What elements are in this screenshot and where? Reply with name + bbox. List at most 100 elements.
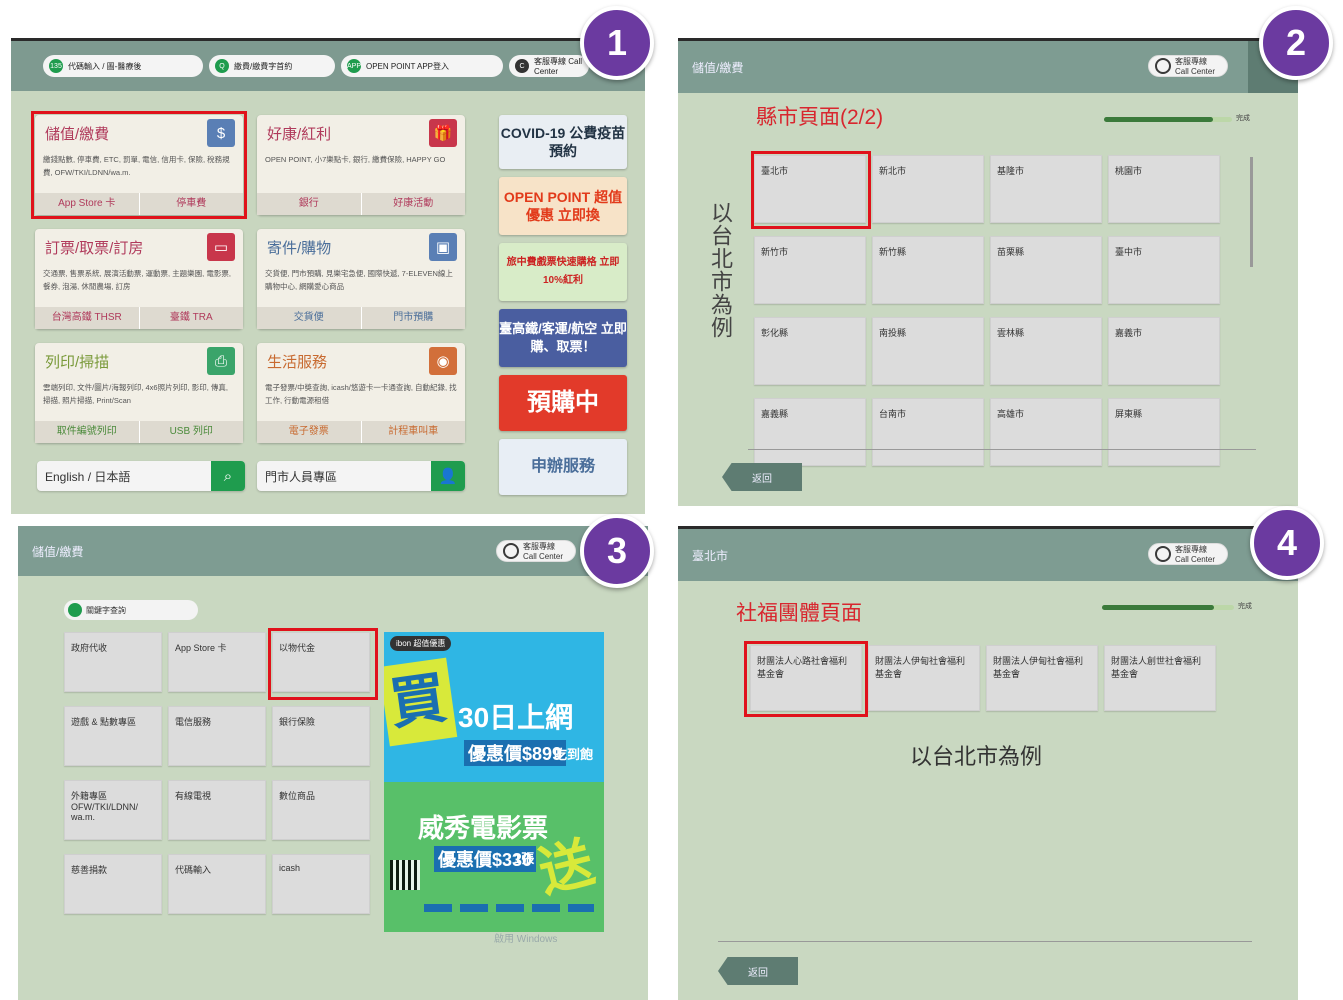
search-icon: Q — [215, 59, 229, 73]
step-badge-3: 3 — [580, 514, 654, 588]
banner-text: OPEN POINT 超值優惠 立即換 — [503, 189, 623, 223]
org-tile[interactable]: 財團法人創世社會福利基金會 — [1104, 645, 1216, 711]
banner-text: 旅中費戲票快速購格 立即10%紅利 — [506, 257, 620, 286]
staff-area[interactable]: 門市人員專區 👤 — [257, 461, 465, 491]
progress-bar — [1104, 117, 1232, 122]
search-icon[interactable]: ⌕ — [211, 461, 245, 491]
progress-fill — [1104, 117, 1213, 122]
card-print-scan[interactable]: 列印/掃描 ⎙ 雲端列印, 文件/圖片/海報列印, 4x6照片列印, 影印, 傳… — [35, 343, 243, 443]
back-button[interactable]: 返回 — [718, 957, 798, 985]
banner-ticket-promo[interactable]: 旅中費戲票快速購格 立即10%紅利 — [499, 243, 627, 301]
printer-icon: ⎙ — [207, 347, 235, 375]
category-tile[interactable]: App Store 卡 — [168, 632, 266, 692]
city-tile[interactable]: 屏東縣 — [1108, 398, 1220, 466]
nav-keyword-search[interactable]: Q 繳費/繳費字首約 — [209, 55, 335, 77]
category-tile[interactable]: 外籍專區 OFW/TKI/LDNN/ wa.m. — [64, 780, 162, 840]
city-tile[interactable]: 嘉義市 — [1108, 317, 1220, 385]
category-tile[interactable]: 電信服務 — [168, 706, 266, 766]
ad-price1: 優惠價$899 — [464, 740, 567, 766]
city-tile[interactable]: 高雄市 — [990, 398, 1102, 466]
print-code-button[interactable]: 取件編號列印 — [35, 421, 140, 443]
call-center-button[interactable]: 客服專線 Call Center — [496, 540, 576, 562]
language-search[interactable]: English / 日本語 ⌕ — [37, 461, 245, 491]
category-tile[interactable]: icash — [272, 854, 370, 914]
call-center-button[interactable]: 客服專線 Call Center — [1148, 55, 1228, 77]
city-tile[interactable]: 雲林縣 — [990, 317, 1102, 385]
panel-category: 儲值/繳費 客服專線 Call Center 關鍵字查詢 政府代收 App Sto… — [18, 526, 648, 1000]
banner-covid[interactable]: COVID-19 公費疫苗預約 — [499, 115, 627, 169]
panel-charity: 臺北市 客服專線 Call Center 社福團體頁面 完成 財團法人心路社會福… — [678, 526, 1298, 1000]
card-desc: 交通票, 售票系統, 展演活動票, 運動票, 主題樂園, 電影票, 餐券, 泡湯… — [43, 269, 231, 291]
card-life-service[interactable]: 生活服務 ◉ 電子發票/中獎查詢, icash/悠遊卡一卡通查詢, 自動紀錄, … — [257, 343, 465, 443]
preorder-button[interactable]: 門市預購 — [362, 307, 466, 329]
city-tile[interactable]: 嘉義縣 — [754, 398, 866, 466]
bank-button[interactable]: 銀行 — [257, 193, 362, 215]
org-tile[interactable]: 財團法人伊甸社會福利基金會 — [986, 645, 1098, 711]
city-tile[interactable]: 臺中市 — [1108, 236, 1220, 304]
card-title: 訂票/取票/訂房 — [45, 240, 144, 257]
city-tile[interactable]: 新竹縣 — [872, 236, 984, 304]
city-tile[interactable]: 台南市 — [872, 398, 984, 466]
category-tile[interactable]: 遊戲 & 點數專區 — [64, 706, 162, 766]
einvoice-button[interactable]: 電子發票 — [257, 421, 362, 443]
promo-ad[interactable]: ibon 超值優惠 買 30日上網 優惠價$899 吃到飽 威秀電影票 優惠價$… — [384, 632, 604, 932]
banner-text: 臺高鐵/客運/航空 立即購、取票！ — [499, 321, 627, 354]
nav-label: 繳費/繳費字首約 — [234, 61, 293, 71]
ad-line1: 30日上網 — [458, 702, 574, 733]
nav-call-center[interactable]: C 客服專線 Call Center — [509, 55, 589, 77]
phone-icon — [503, 543, 519, 559]
city-tile[interactable]: 苗栗縣 — [990, 236, 1102, 304]
city-tile[interactable]: 桃園市 — [1108, 155, 1220, 223]
back-label: 返回 — [752, 473, 772, 485]
gift-icon: 🎁 — [429, 119, 457, 147]
banner-preorder[interactable]: 預購中 — [499, 375, 627, 431]
phone-icon — [1155, 546, 1171, 562]
banner-openpoint[interactable]: OPEN POINT 超值優惠 立即換 — [499, 177, 627, 235]
card-desc: 電子發票/中獎查詢, icash/悠遊卡一卡通查詢, 自動紀錄, 找工作, 行動… — [265, 383, 457, 405]
promo-button[interactable]: 好康活動 — [362, 193, 466, 215]
nav-label: 客服專線 Call Center — [534, 57, 583, 76]
card-rewards[interactable]: 好康/紅利 🎁 OPEN POINT, 小7樂點卡, 銀行, 繳費保險, HAP… — [257, 115, 465, 215]
org-tile[interactable]: 財團法人伊甸社會福利基金會 — [868, 645, 980, 711]
phone-icon: C — [515, 59, 529, 73]
progress-bar — [1102, 605, 1234, 610]
ad-count2: 1張 — [514, 851, 535, 866]
ad-steps — [424, 904, 594, 912]
delivery-button[interactable]: 交貨便 — [257, 307, 362, 329]
category-tile[interactable]: 銀行保險 — [272, 706, 370, 766]
highlight-topup — [31, 111, 247, 219]
call-center-button[interactable]: 客服專線 Call Center — [1148, 543, 1228, 565]
city-tile[interactable]: 基隆市 — [990, 155, 1102, 223]
back-label: 返回 — [748, 967, 768, 979]
progress-label: 完成 — [1236, 115, 1250, 122]
usb-print-button[interactable]: USB 列印 — [140, 421, 244, 443]
progress-fill — [1102, 605, 1215, 610]
back-button[interactable]: 返回 — [722, 463, 802, 491]
person-icon[interactable]: 👤 — [431, 461, 465, 491]
banner-transport[interactable]: 臺高鐵/客運/航空 立即購、取票！ — [499, 309, 627, 367]
category-tile[interactable]: 政府代收 — [64, 632, 162, 692]
tra-button[interactable]: 臺鐵 TRA — [140, 307, 244, 329]
category-tile[interactable]: 慈善捐款 — [64, 854, 162, 914]
windows-watermark: 啟用 Windows — [494, 934, 558, 945]
category-tile[interactable]: 代碼輸入 — [168, 854, 266, 914]
city-tile[interactable]: 南投縣 — [872, 317, 984, 385]
taxi-button[interactable]: 計程車叫車 — [362, 421, 466, 443]
category-tile[interactable]: 有線電視 — [168, 780, 266, 840]
card-shipping[interactable]: 寄件/購物 ▣ 交貨便, 門市預購, 見樂宅急便, 國際快遞, 7-ELEVEN… — [257, 229, 465, 329]
nav-openpoint-login[interactable]: APP OPEN POINT APP登入 — [341, 55, 503, 77]
scrollbar[interactable] — [1250, 157, 1253, 267]
highlight-org — [744, 641, 868, 717]
divider — [748, 449, 1256, 450]
nav-code-input[interactable]: 135 代碼輸入 / 圖-醫療後 — [43, 55, 203, 77]
banner-apply-service[interactable]: 申辦服務 — [499, 439, 627, 495]
keyword-search-chip[interactable]: 關鍵字查詢 — [64, 600, 198, 620]
city-tile[interactable]: 新竹市 — [754, 236, 866, 304]
card-desc: OPEN POINT, 小7樂點卡, 銀行, 繳費保險, HAPPY GO — [265, 155, 446, 164]
thsr-button[interactable]: 台灣高鐵 THSR — [35, 307, 140, 329]
card-tickets[interactable]: 訂票/取票/訂房 ▭ 交通票, 售票系統, 展演活動票, 運動票, 主題樂園, … — [35, 229, 243, 329]
city-tile[interactable]: 彰化縣 — [754, 317, 866, 385]
app-icon: APP — [347, 59, 361, 73]
category-tile[interactable]: 數位商品 — [272, 780, 370, 840]
city-tile[interactable]: 新北市 — [872, 155, 984, 223]
